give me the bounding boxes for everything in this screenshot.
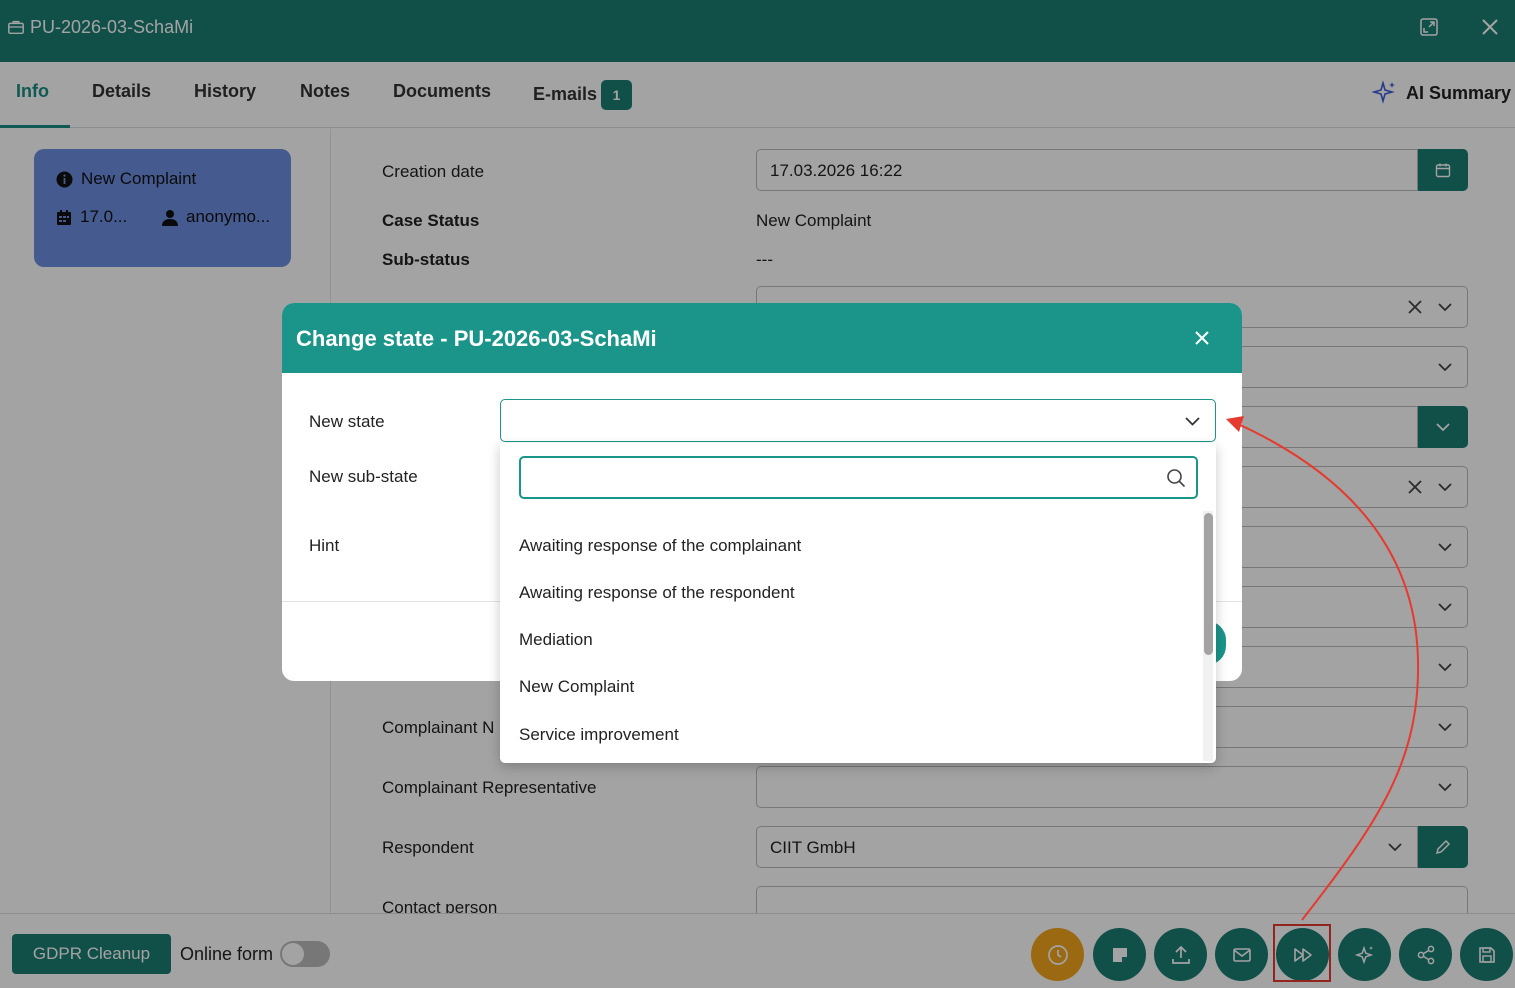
dropdown-option[interactable]: Awaiting response of the respondent	[519, 583, 795, 603]
dropdown-search-input[interactable]	[519, 456, 1198, 499]
dropdown-option[interactable]: Mediation	[519, 630, 593, 650]
chevron-down-icon	[1185, 417, 1200, 426]
dropdown-option[interactable]: New Complaint	[519, 677, 634, 697]
dialog-title: Change state - PU-2026-03-SchaMi	[296, 326, 657, 351]
new-substate-label: New sub-state	[309, 467, 418, 486]
dropdown-scrollbar-thumb[interactable]	[1204, 513, 1213, 655]
hint-label: Hint	[309, 536, 340, 555]
dropdown-option[interactable]: Awaiting response of the complainant	[519, 536, 801, 556]
close-dialog-icon[interactable]	[1192, 328, 1212, 348]
new-state-label: New state	[309, 412, 385, 431]
search-icon	[1167, 469, 1186, 488]
dropdown-option[interactable]: Service improvement	[519, 725, 679, 745]
new-state-select[interactable]	[500, 399, 1216, 442]
dialog-header: Change state - PU-2026-03-SchaMi	[282, 303, 1242, 373]
new-state-dropdown: Awaiting response of the complainant Awa…	[500, 443, 1216, 763]
